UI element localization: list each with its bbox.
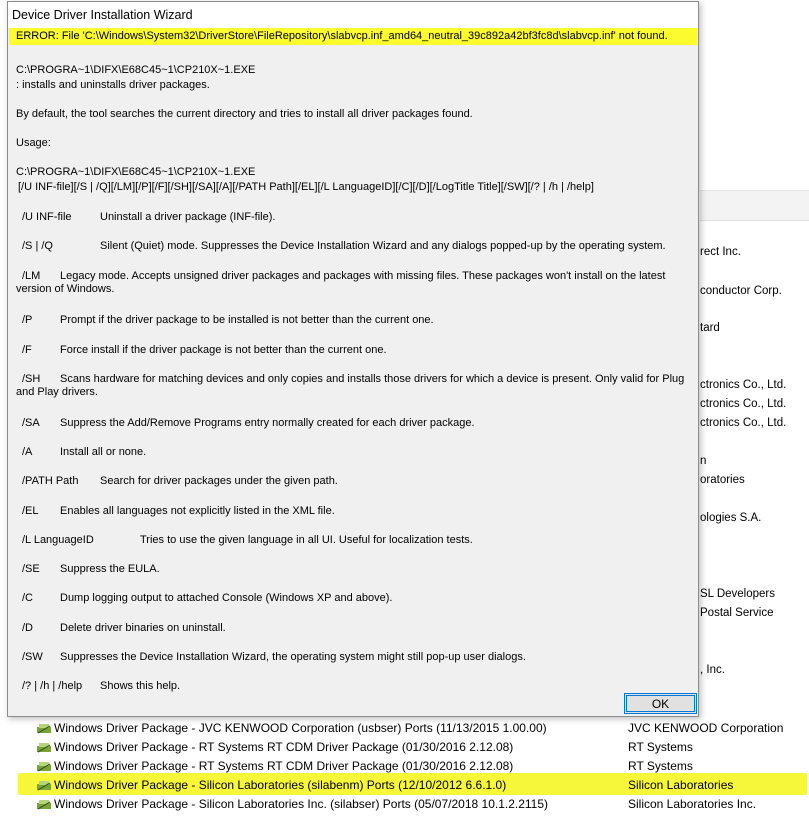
option-description: Suppress the EULA. bbox=[60, 563, 160, 575]
publisher-cell[interactable]: ctronics Co., Ltd. bbox=[700, 417, 786, 429]
program-publisher: Silicon Laboratories Inc. bbox=[628, 797, 757, 811]
driver-package-icon bbox=[37, 724, 51, 734]
program-name: Windows Driver Package - RT Systems RT C… bbox=[54, 759, 514, 773]
default-behavior-text: By default, the tool searches the curren… bbox=[16, 108, 473, 120]
publisher-cell[interactable]: rect Inc. bbox=[700, 246, 741, 258]
publisher-cell[interactable]: SL Developers bbox=[700, 588, 775, 600]
ok-button[interactable]: OK bbox=[624, 693, 697, 714]
option-flag: /EL bbox=[22, 505, 39, 517]
program-publisher: Silicon Laboratories bbox=[628, 778, 734, 792]
program-row[interactable]: Windows Driver Package - JVC KENWOOD Cor… bbox=[0, 719, 809, 738]
option-description: Prompt if the driver package to be insta… bbox=[60, 314, 434, 326]
option-description: Silent (Quiet) mode. Suppresses the Devi… bbox=[100, 240, 666, 252]
publisher-cell[interactable]: Postal Service bbox=[700, 607, 774, 619]
option-flag: /L LanguageID bbox=[22, 534, 94, 546]
option-description: Search for driver packages under the giv… bbox=[100, 475, 338, 487]
program-publisher: RT Systems bbox=[628, 759, 693, 773]
option-flag: /U INF-file bbox=[22, 211, 72, 223]
dialog-title: Device Driver Installation Wizard bbox=[12, 8, 193, 22]
option-description: Scans hardware for matching devices and … bbox=[16, 373, 685, 398]
program-publisher: RT Systems bbox=[628, 740, 693, 754]
tool-summary: : installs and uninstalls driver package… bbox=[16, 79, 210, 91]
option-flag: /P bbox=[22, 314, 33, 326]
option-flag: /? | /h | /help bbox=[22, 680, 83, 692]
program-name: Windows Driver Package - Silicon Laborat… bbox=[54, 778, 507, 792]
list-column-header[interactable] bbox=[700, 191, 809, 221]
option-description: Dump logging output to attached Console … bbox=[60, 592, 393, 604]
usage-exe: C:\PROGRA~1\DIFX\E68C45~1\CP210X~1.EXE bbox=[16, 166, 256, 178]
program-row-selected[interactable]: Windows Driver Package - Silicon Laborat… bbox=[0, 776, 809, 795]
driver-package-icon bbox=[37, 781, 51, 791]
publisher-cell[interactable]: ologies S.A. bbox=[700, 512, 761, 524]
option-flag: /F bbox=[22, 344, 32, 356]
driver-package-icon bbox=[37, 800, 51, 810]
option-flag: /A bbox=[22, 446, 33, 458]
program-row[interactable]: Windows Driver Package - RT Systems RT C… bbox=[0, 738, 809, 757]
publisher-cell[interactable]: ctronics Co., Ltd. bbox=[700, 398, 786, 410]
option-flag: /SA bbox=[22, 417, 40, 429]
usage-syntax: [/U INF-file][/S | /Q][/LM][/P][/F][/SH]… bbox=[18, 181, 594, 193]
option-description: Suppress the Add/Remove Programs entry n… bbox=[60, 417, 475, 429]
program-row[interactable]: Windows Driver Package - RT Systems RT C… bbox=[0, 757, 809, 776]
option-description: Enables all languages not explicitly lis… bbox=[60, 505, 335, 517]
exe-path: C:\PROGRA~1\DIFX\E68C45~1\CP210X~1.EXE bbox=[16, 64, 256, 76]
list-top-area bbox=[700, 0, 809, 190]
option-description: Force install if the driver package is n… bbox=[60, 344, 387, 356]
program-name: Windows Driver Package - RT Systems RT C… bbox=[54, 740, 514, 754]
program-publisher: JVC KENWOOD Corporation bbox=[628, 721, 784, 735]
publisher-cell[interactable]: tard bbox=[700, 322, 720, 334]
option-description: Delete driver binaries on uninstall. bbox=[60, 622, 226, 634]
option-description: Install all or none. bbox=[60, 446, 147, 458]
program-name: Windows Driver Package - JVC KENWOOD Cor… bbox=[54, 721, 547, 735]
publisher-cell[interactable]: oratories bbox=[700, 474, 745, 486]
option-description: Uninstall a driver package (INF-file). bbox=[100, 211, 276, 223]
option-flag: /PATH Path bbox=[22, 475, 79, 487]
publisher-cell[interactable]: n bbox=[700, 455, 706, 467]
driver-package-icon bbox=[37, 743, 51, 753]
option-flag: /C bbox=[22, 592, 33, 604]
option-flag: /SW bbox=[22, 651, 43, 663]
program-name: Windows Driver Package - Silicon Laborat… bbox=[54, 797, 549, 811]
program-row[interactable]: Windows Driver Package - Silicon Laborat… bbox=[0, 795, 809, 814]
driver-wizard-dialog: Device Driver Installation Wizard ERROR:… bbox=[7, 1, 699, 717]
publisher-cell[interactable]: , Inc. bbox=[700, 664, 725, 676]
option-description: Tries to use the given language in all U… bbox=[140, 534, 473, 546]
error-message: ERROR: File 'C:\Windows\System32\DriverS… bbox=[16, 30, 668, 42]
option-description: Suppresses the Device Installation Wizar… bbox=[60, 651, 526, 663]
option-description: Shows this help. bbox=[100, 680, 181, 692]
usage-label: Usage: bbox=[16, 137, 51, 149]
publisher-cell[interactable]: ctronics Co., Ltd. bbox=[700, 379, 786, 391]
option-flag: /S | /Q bbox=[22, 240, 53, 252]
option-description: Legacy mode. Accepts unsigned driver pac… bbox=[16, 270, 666, 295]
option-flag: /D bbox=[22, 622, 33, 634]
option-flag: /SE bbox=[22, 563, 40, 575]
driver-package-icon bbox=[37, 762, 51, 772]
publisher-cell[interactable]: conductor Corp. bbox=[700, 285, 782, 297]
dialog-titlebar[interactable]: Device Driver Installation Wizard bbox=[8, 2, 698, 28]
